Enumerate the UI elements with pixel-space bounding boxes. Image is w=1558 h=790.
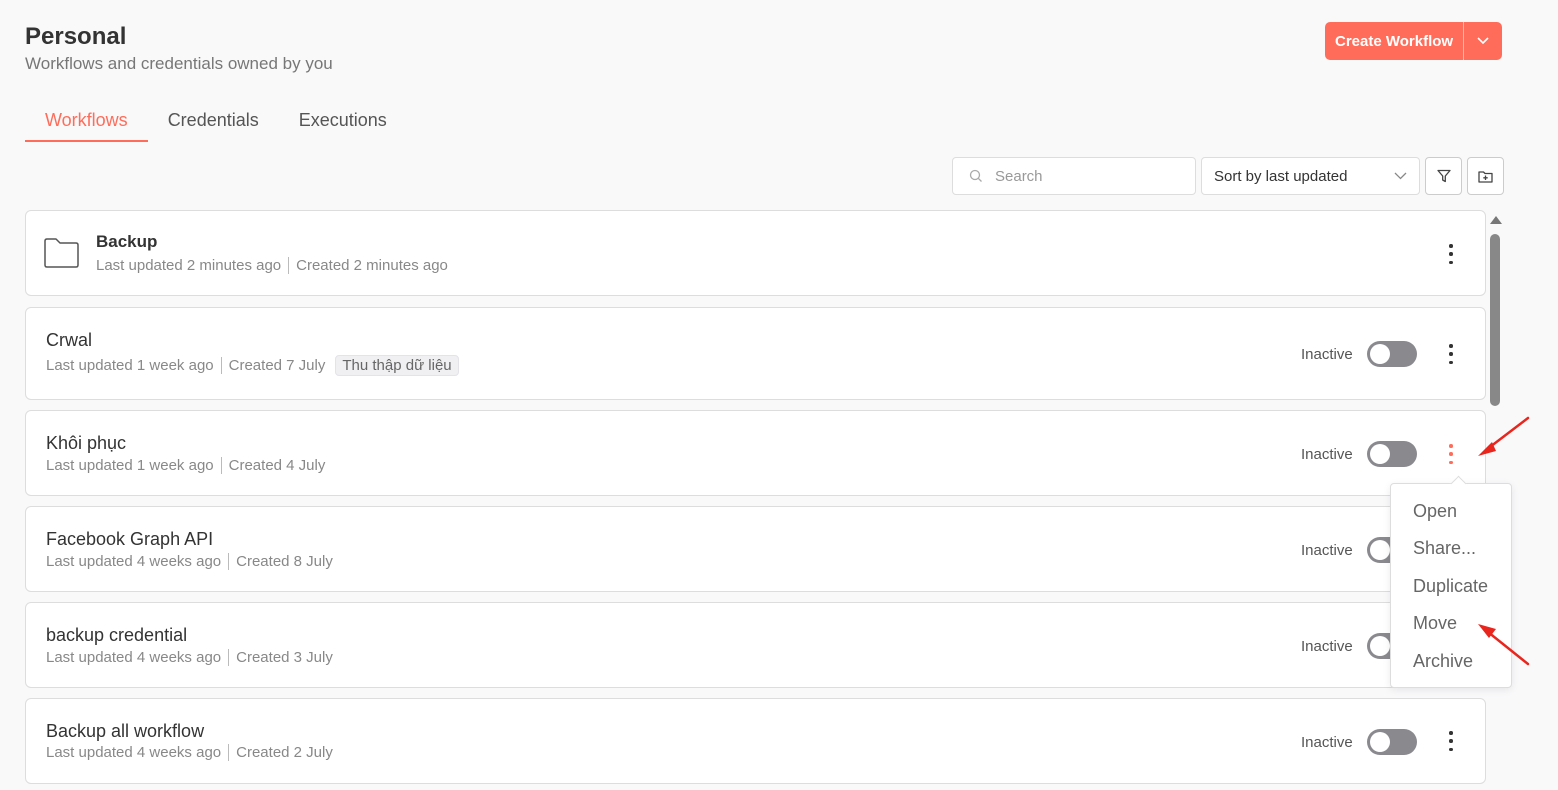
status-label: Inactive: [1301, 446, 1353, 463]
page-subtitle: Workflows and credentials owned by you: [25, 54, 333, 73]
active-toggle[interactable]: [1367, 441, 1417, 467]
meta-divider: [228, 744, 230, 761]
workflow-card[interactable]: Khôi phục Last updated 1 week ago Create…: [25, 410, 1486, 496]
status-label: Inactive: [1301, 638, 1353, 655]
more-options-button[interactable]: [1444, 731, 1458, 751]
menu-item-open[interactable]: Open: [1413, 501, 1457, 522]
item-title[interactable]: Backup: [96, 232, 157, 252]
item-meta: Last updated 1 week ago Created 4 July: [46, 457, 325, 474]
sort-select[interactable]: Sort by last updated: [1201, 157, 1420, 195]
item-meta: Last updated 2 minutes ago Created 2 min…: [96, 257, 448, 274]
search-box: [952, 157, 1196, 195]
meta-divider: [220, 357, 222, 374]
annotation-arrow-icon: [1478, 416, 1530, 456]
last-updated: Last updated 4 weeks ago: [46, 649, 222, 666]
item-title[interactable]: Khôi phục: [46, 433, 126, 454]
created-date: Created 3 July: [236, 649, 333, 666]
created-date: Created 8 July: [236, 553, 333, 570]
workflow-card[interactable]: Facebook Graph API Last updated 4 weeks …: [25, 506, 1486, 592]
item-meta: Last updated 4 weeks ago Created 8 July: [46, 553, 333, 570]
add-folder-button[interactable]: [1467, 157, 1504, 195]
menu-item-move[interactable]: Move: [1413, 613, 1457, 634]
list-toolbar: Sort by last updated: [952, 157, 1504, 195]
last-updated: Last updated 2 minutes ago: [96, 257, 282, 274]
annotation-arrow-icon: [1478, 624, 1530, 666]
folder-card[interactable]: Backup Last updated 2 minutes ago Create…: [25, 210, 1486, 296]
item-title[interactable]: backup credential: [46, 625, 187, 646]
chevron-down-icon: [1477, 37, 1489, 45]
page-title: Personal: [25, 23, 127, 50]
item-title[interactable]: Backup all workflow: [46, 721, 204, 742]
menu-item-duplicate[interactable]: Duplicate: [1413, 576, 1488, 597]
workflow-tag[interactable]: Thu thập dữ liệu: [335, 355, 459, 376]
item-meta: Last updated 4 weeks ago Created 3 July: [46, 649, 333, 666]
item-title[interactable]: Facebook Graph API: [46, 529, 213, 550]
workflow-card[interactable]: backup credential Last updated 4 weeks a…: [25, 602, 1486, 688]
tab-executions[interactable]: Executions: [279, 100, 407, 142]
more-options-button[interactable]: [1444, 344, 1458, 364]
status-label: Inactive: [1301, 542, 1353, 559]
folder-plus-icon: [1478, 170, 1493, 183]
page-header: Personal Workflows and credentials owned…: [25, 22, 333, 74]
filter-button[interactable]: [1425, 157, 1462, 195]
more-options-button[interactable]: [1444, 444, 1458, 464]
workflow-card[interactable]: Backup all workflow Last updated 4 weeks…: [25, 698, 1486, 784]
meta-divider: [228, 553, 230, 570]
create-workflow-group: Create Workflow: [1325, 22, 1503, 60]
tab-workflows[interactable]: Workflows: [25, 100, 148, 142]
last-updated: Last updated 4 weeks ago: [46, 744, 222, 761]
tab-credentials[interactable]: Credentials: [148, 100, 279, 142]
meta-divider: [220, 457, 222, 474]
search-input[interactable]: [995, 167, 1175, 185]
workflow-card[interactable]: Crwal Last updated 1 week ago Created 7 …: [25, 307, 1486, 400]
scroll-up-arrow-icon[interactable]: [1490, 216, 1502, 224]
last-updated: Last updated 1 week ago: [46, 357, 214, 374]
last-updated: Last updated 4 weeks ago: [46, 553, 222, 570]
active-toggle[interactable]: [1367, 729, 1417, 755]
more-options-button[interactable]: [1444, 244, 1458, 264]
meta-divider: [228, 649, 230, 666]
search-icon: [969, 169, 982, 182]
sort-select-label: Sort by last updated: [1214, 167, 1348, 185]
tab-bar: Workflows Credentials Executions: [25, 100, 407, 142]
item-meta: Last updated 4 weeks ago Created 2 July: [46, 744, 333, 761]
create-workflow-button[interactable]: Create Workflow: [1325, 22, 1465, 60]
active-toggle[interactable]: [1367, 341, 1417, 367]
status-label: Inactive: [1301, 734, 1353, 751]
chevron-down-icon: [1394, 172, 1407, 180]
menu-item-archive[interactable]: Archive: [1413, 651, 1473, 672]
filter-icon: [1436, 169, 1451, 183]
folder-icon: [44, 238, 79, 268]
menu-item-share[interactable]: Share...: [1413, 538, 1476, 559]
scroll-thumb[interactable]: [1490, 234, 1500, 406]
created-date: Created 7 July: [228, 357, 326, 374]
status-label: Inactive: [1301, 346, 1353, 363]
created-date: Created 2 minutes ago: [296, 257, 448, 274]
created-date: Created 2 July: [236, 744, 333, 761]
item-title[interactable]: Crwal: [46, 330, 92, 351]
last-updated: Last updated 1 week ago: [46, 457, 214, 474]
meta-divider: [288, 257, 290, 274]
created-date: Created 4 July: [228, 457, 326, 474]
item-meta: Last updated 1 week ago Created 7 July T…: [46, 355, 459, 376]
create-options-button[interactable]: [1464, 22, 1502, 60]
